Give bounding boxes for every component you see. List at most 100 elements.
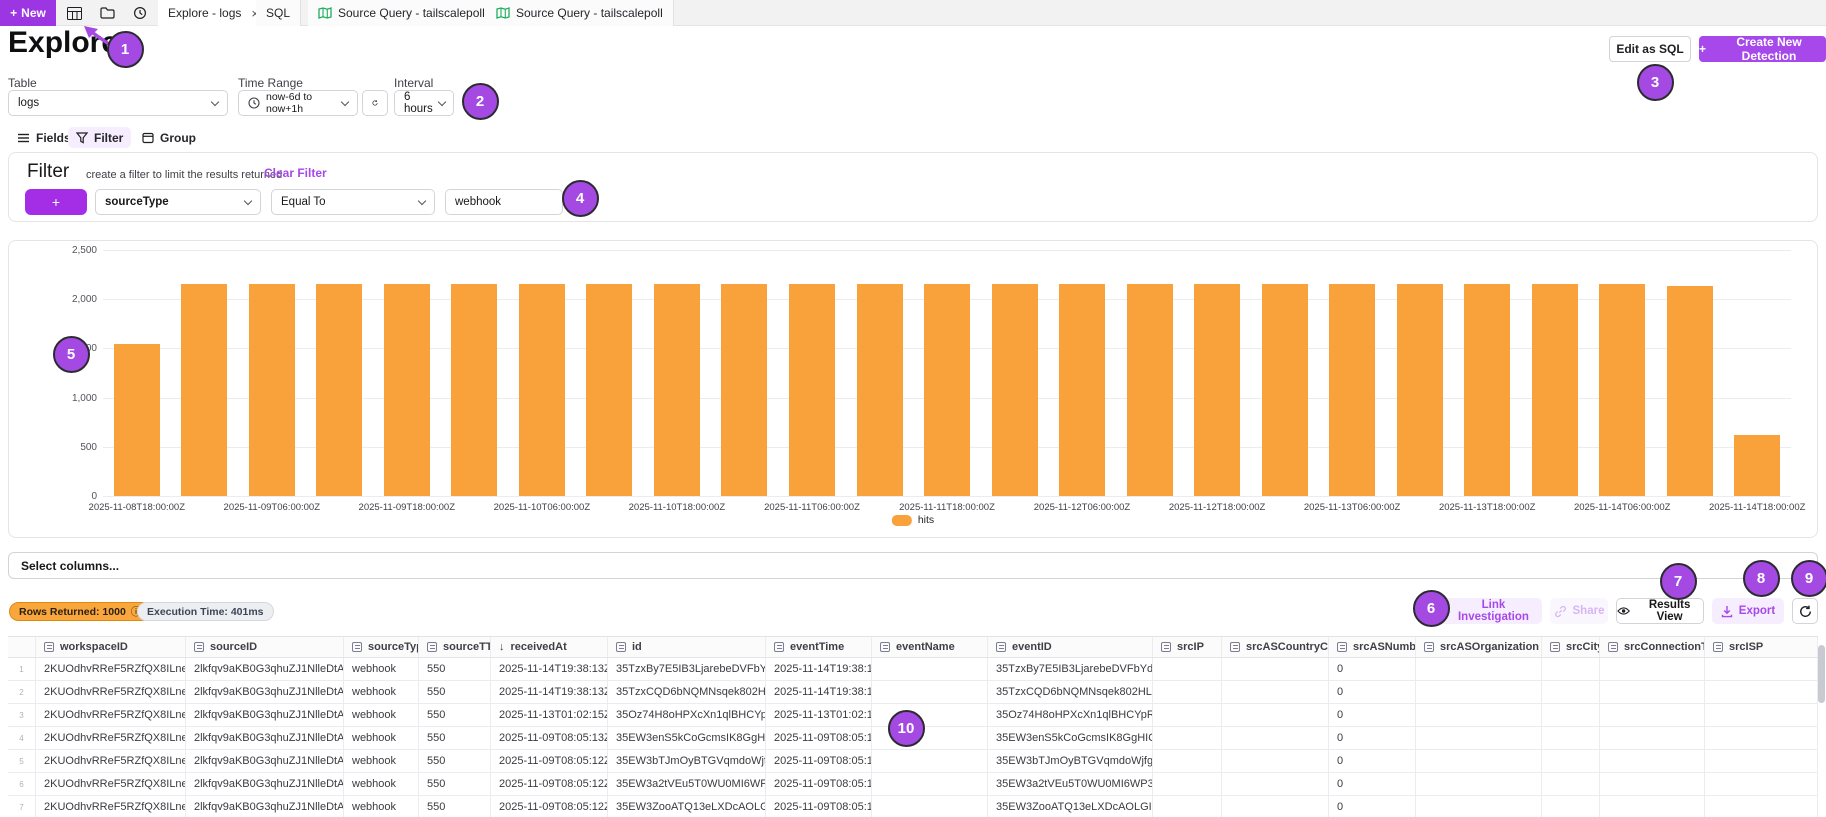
column-header-eventTime[interactable]: eventTime	[766, 637, 872, 657]
folder-icon[interactable]	[95, 2, 119, 24]
results-view-button[interactable]: Results View	[1616, 598, 1704, 624]
vertical-scrollbar[interactable]	[1818, 645, 1825, 703]
download-icon	[1721, 605, 1733, 618]
time-range-select[interactable]: now-6d to now+1h	[238, 90, 358, 116]
bar[interactable]	[519, 284, 565, 497]
bar[interactable]	[1059, 284, 1105, 497]
time-range-label: Time Range	[238, 76, 303, 90]
bar[interactable]	[654, 284, 700, 497]
column-header-srcCity[interactable]: srcCity	[1542, 637, 1600, 657]
bar[interactable]	[1599, 284, 1645, 497]
add-filter-button[interactable]: +	[25, 189, 87, 215]
column-header-srcASCountryCode[interactable]: srcASCountryCode	[1222, 637, 1329, 657]
filter-panel-title: Filter	[27, 161, 69, 183]
new-button[interactable]: +New	[0, 0, 56, 26]
bar[interactable]	[992, 284, 1038, 497]
filter-field-select[interactable]: sourceType	[95, 189, 261, 215]
column-header-sourceType[interactable]: sourceType	[344, 637, 419, 657]
cell-srcCity	[1542, 796, 1600, 817]
table-row[interactable]: 12KUOdhvRReF5RZfQX8ILneT4fSd2lkfqv9aKB0G…	[8, 658, 1818, 681]
annotation-circle-7: 7	[1660, 563, 1697, 600]
column-header-srcASNumber[interactable]: srcASNumber	[1329, 637, 1416, 657]
table-select[interactable]: logs	[8, 90, 228, 116]
cell-eventTime: 2025-11-09T08:05:12Z	[766, 773, 872, 795]
column-header-id[interactable]: id	[608, 637, 766, 657]
bar[interactable]	[857, 284, 903, 497]
interval-select[interactable]: 6 hours	[394, 90, 454, 116]
column-header-srcISP[interactable]: srcISP	[1705, 637, 1818, 657]
bar[interactable]	[384, 284, 430, 497]
table-select-value: logs	[18, 97, 206, 109]
table-row[interactable]: 52KUOdhvRReF5RZfQX8ILneT4fSd2lkfqv9aKB0G…	[8, 750, 1818, 773]
filter-field-value: sourceType	[105, 196, 239, 208]
refresh-button[interactable]	[362, 90, 388, 116]
tab-source-query-1[interactable]: Source Query - tailscalepoll	[308, 0, 496, 26]
cell-eventName	[872, 773, 988, 795]
column-header-srcASOrganization[interactable]: srcASOrganization	[1416, 637, 1542, 657]
create-new-detection-button[interactable]: +Create New Detection	[1699, 36, 1826, 62]
bar[interactable]	[1532, 284, 1578, 497]
filter-operator-select[interactable]: Equal To	[271, 189, 435, 215]
bar[interactable]	[451, 284, 497, 497]
column-header-eventName[interactable]: eventName	[872, 637, 988, 657]
select-columns-input[interactable]	[8, 552, 1818, 579]
cell-workspaceID: 2KUOdhvRReF5RZfQX8ILneT4fSd	[36, 658, 186, 680]
tab-sql[interactable]: SQL	[256, 0, 301, 26]
bar[interactable]	[586, 284, 632, 497]
column-header-sourceID[interactable]: sourceID	[186, 637, 344, 657]
bar[interactable]	[249, 284, 295, 497]
table-row[interactable]: 62KUOdhvRReF5RZfQX8ILneT4fSd2lkfqv9aKB0G…	[8, 773, 1818, 796]
cell-id: 35EW3a2tVEu5T0WU0MI6WP3lxpw	[608, 773, 766, 795]
bar[interactable]	[316, 284, 362, 497]
cell-workspaceID: 2KUOdhvRReF5RZfQX8ILneT4fSd	[36, 681, 186, 703]
cell-srcISP	[1705, 658, 1818, 680]
tab-explore-logs[interactable]: Explore - logs ×	[158, 0, 270, 26]
history-icon[interactable]	[128, 2, 152, 24]
bar[interactable]	[789, 284, 835, 497]
bar[interactable]	[1194, 284, 1240, 497]
filter-operator-value: Equal To	[281, 196, 413, 208]
refresh-results-button[interactable]	[1792, 598, 1818, 624]
bar[interactable]	[1262, 284, 1308, 497]
share-button[interactable]: Share	[1550, 598, 1608, 624]
column-header-eventID[interactable]: eventID	[988, 637, 1153, 657]
bar[interactable]	[1397, 284, 1443, 497]
column-header-srcIP[interactable]: srcIP	[1153, 637, 1222, 657]
tab-source-query-2[interactable]: Source Query - tailscalepoll	[486, 0, 674, 26]
edit-as-sql-button[interactable]: Edit as SQL	[1609, 36, 1691, 62]
bar[interactable]	[1667, 286, 1713, 496]
cell-sourceID: 2lkfqv9aKB0G3qhuZJ1NlleDtAS	[186, 704, 344, 726]
bar[interactable]	[181, 284, 227, 497]
bar[interactable]	[1464, 284, 1510, 497]
interval-label: Interval	[394, 76, 433, 90]
bar[interactable]	[1734, 435, 1780, 496]
column-header-sourceTTL[interactable]: sourceTTL	[419, 637, 491, 657]
y-axis-tick-label: 2,000	[29, 294, 97, 305]
table-grid-icon[interactable]	[62, 2, 86, 24]
cell-eventTime: 2025-11-13T01:02:15Z	[766, 704, 872, 726]
bar[interactable]	[1329, 284, 1375, 497]
cell-srcIP	[1153, 796, 1222, 817]
export-button[interactable]: Export	[1712, 598, 1784, 624]
cell-srcISP	[1705, 750, 1818, 772]
table-row[interactable]: 72KUOdhvRReF5RZfQX8ILneT4fSd2lkfqv9aKB0G…	[8, 796, 1818, 817]
x-axis-tick-label: 2025-11-09T18:00:00Z	[342, 502, 472, 513]
bar[interactable]	[114, 344, 160, 496]
filter-value-input[interactable]	[445, 189, 563, 215]
bar[interactable]	[1127, 284, 1173, 497]
cell-eventTime: 2025-11-09T08:05:12Z	[766, 796, 872, 817]
tab-group[interactable]: Group	[134, 127, 204, 148]
field-icon	[1337, 642, 1347, 652]
cell-sourceID: 2lkfqv9aKB0G3qhuZJ1NlleDtAS	[186, 796, 344, 817]
column-header-srcConnectionType[interactable]: srcConnectionType	[1600, 637, 1705, 657]
column-header-workspaceID[interactable]: workspaceID	[36, 637, 186, 657]
column-header-receivedAt[interactable]: ↓receivedAt	[491, 637, 608, 657]
cell-srcASNumber: 0	[1329, 681, 1416, 703]
clear-filter-link[interactable]: Clear Filter	[264, 166, 327, 180]
table-row[interactable]: 22KUOdhvRReF5RZfQX8ILneT4fSd2lkfqv9aKB0G…	[8, 681, 1818, 704]
bar[interactable]	[924, 284, 970, 497]
tab-filter[interactable]: Filter	[68, 127, 131, 148]
cell-srcConnectionType	[1600, 658, 1705, 680]
chart-legend[interactable]: hits	[892, 514, 934, 526]
bar[interactable]	[721, 284, 767, 497]
